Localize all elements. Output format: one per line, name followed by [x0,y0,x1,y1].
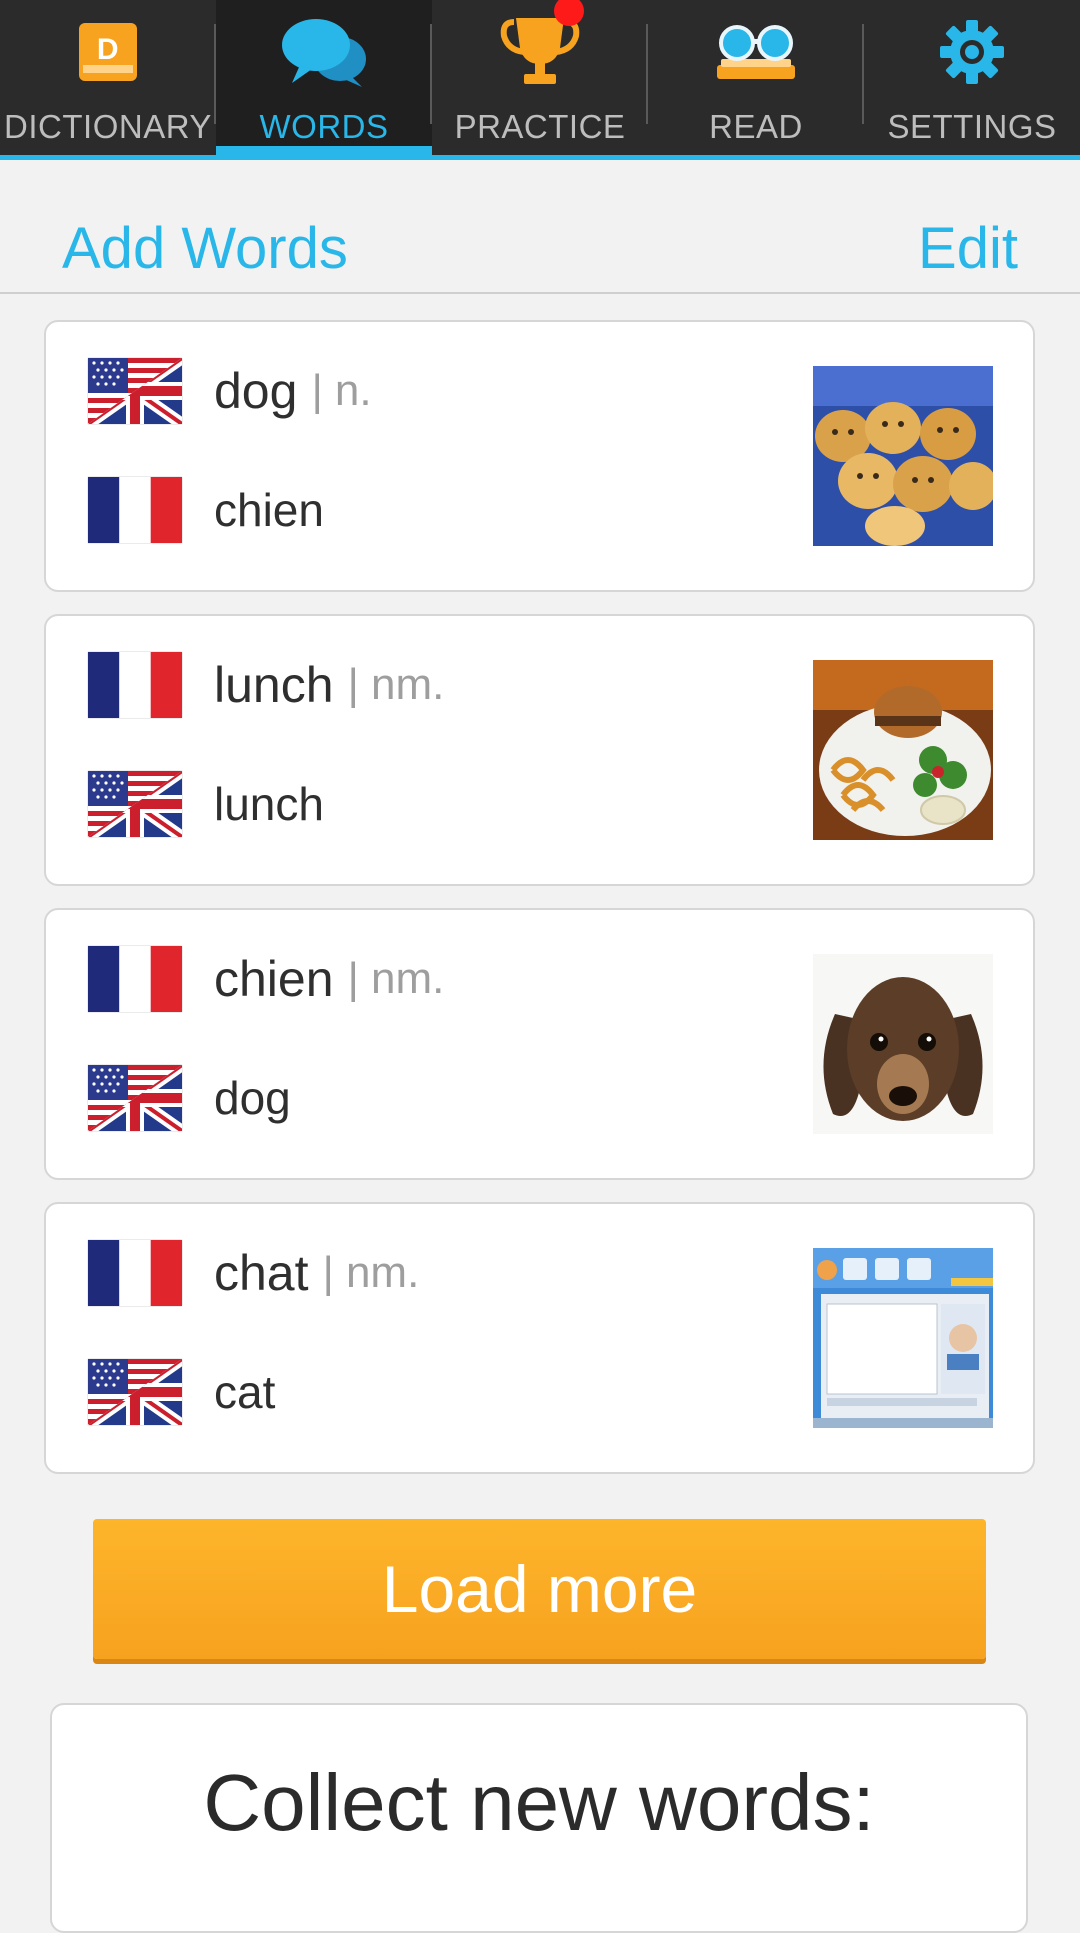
tab-dictionary-label: DICTIONARY [4,108,212,145]
load-more-button[interactable]: Load more [93,1519,986,1659]
tab-read-label: READ [709,108,803,145]
france-flag-icon [88,1240,182,1306]
tab-practice[interactable]: PRACTICE [432,0,648,160]
france-flag-icon [88,946,182,1012]
term-line: lunch | nm. [88,652,444,718]
translation-line: cat [88,1359,275,1425]
word-image-puppies [813,366,993,546]
part-of-speech: | nm. [322,1248,420,1297]
part-of-speech: | nm. [347,660,445,709]
translation-text: chien [214,484,324,536]
part-of-speech: | nm. [347,954,445,1003]
translation-text: cat [214,1366,276,1418]
translation-line: lunch [88,771,324,837]
term-line: chien | nm. [88,946,444,1012]
word-image-burger-plate [813,660,993,840]
word-card[interactable]: lunch | nm. lunch [44,614,1035,886]
word-card[interactable]: chien | nm. dog [44,908,1035,1180]
term-line: chat | nm. [88,1240,419,1306]
tab-bar: D DICTIONARY WORDS PRACTICE READ SETTING… [0,0,1080,160]
france-flag-icon [88,477,182,543]
translation-line: dog [88,1065,291,1131]
svg-text:D: D [97,33,119,66]
us-uk-flag-icon [88,358,182,424]
translation-line: chien [88,477,324,543]
gear-icon [939,12,1005,92]
tab-bar-underline [0,155,1080,160]
edit-button[interactable]: Edit [918,215,1018,282]
tab-settings-label: SETTINGS [887,108,1057,145]
translation-text: lunch [214,778,324,830]
part-of-speech: | n. [311,366,372,415]
term-text: dog [214,363,298,419]
collect-title: Collect new words: [203,1758,875,1847]
france-flag-icon [88,652,182,718]
word-card[interactable]: chat | nm. cat [44,1202,1035,1474]
tab-dictionary[interactable]: D DICTIONARY [0,0,216,160]
term-text: chat [214,1245,309,1301]
action-row: Add Words Edit [0,165,1080,294]
tab-read[interactable]: READ [648,0,864,160]
tab-words[interactable]: WORDS [216,0,432,160]
tab-words-label: WORDS [259,108,389,145]
tab-practice-label: PRACTICE [454,108,626,145]
chat-bubbles-icon [278,12,370,92]
tab-settings[interactable]: SETTINGS [864,0,1080,160]
word-list: dog | n. chien lunch | nm. lunch chien |… [44,320,1035,1496]
reading-glasses-icon [713,12,799,92]
word-image-web-chat [813,1248,993,1428]
us-uk-flag-icon [88,1359,182,1425]
collect-panel: Collect new words: [50,1703,1028,1933]
translation-text: dog [214,1072,291,1124]
word-card[interactable]: dog | n. chien [44,320,1035,592]
word-image-dachshund [813,954,993,1134]
us-uk-flag-icon [88,1065,182,1131]
term-text: chien [214,951,334,1007]
term-text: lunch [214,657,334,713]
dictionary-book-icon: D [75,12,141,92]
add-words-button[interactable]: Add Words [62,215,348,282]
us-uk-flag-icon [88,771,182,837]
term-line: dog | n. [88,358,372,424]
